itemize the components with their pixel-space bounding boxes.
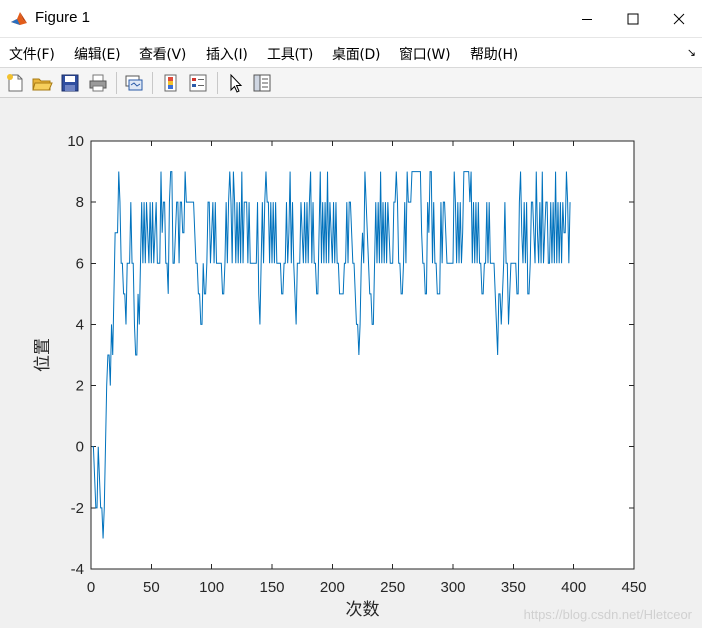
maximize-icon [627,13,639,25]
menu-bar: 文件(F) 编辑(E) 查看(V) 插入(I) 工具(T) 桌面(D) 窗口(W… [0,38,702,68]
colorbar-icon[interactable] [160,72,182,94]
link-figure-icon[interactable] [123,72,145,94]
minimize-button[interactable] [564,0,610,38]
x-tick-label: 250 [380,579,405,596]
dock-figure-icon[interactable]: ↘ [687,46,696,59]
x-axis-label: 次数 [346,600,380,620]
menu-tools[interactable]: 工具(T) [267,44,313,64]
x-tick-label: 350 [501,579,526,596]
menu-insert[interactable]: 插入(I) [206,44,248,64]
watermark: https://blog.csdn.net/Hletceor [523,607,692,622]
save-icon[interactable] [59,72,81,94]
y-tick-label: -4 [71,561,84,578]
y-tick-label: 0 [76,439,84,456]
x-tick-label: 200 [320,579,345,596]
line-plot[interactable]: 0 50 100 150 200 250 300 350 400 450 -4 -2 0 2 4 6 8 10 次数… [0,98,702,628]
x-tick-label: 150 [259,579,284,596]
print-icon[interactable] [87,72,109,94]
menu-edit[interactable]: 编辑(E) [74,44,121,64]
y-tick-label: 4 [76,316,84,333]
window-title: Figure 1 [35,9,91,26]
menu-window[interactable]: 窗口(W) [399,44,451,64]
close-icon [673,13,685,25]
open-file-icon[interactable] [31,72,53,94]
y-axis-label: 位置 [33,338,53,372]
y-tick-label: 6 [76,255,84,272]
pointer-icon[interactable] [225,72,247,94]
new-figure-icon[interactable] [4,72,26,94]
x-tick-label: 0 [87,579,95,596]
x-tick-label: 100 [199,579,224,596]
y-tick-label: -2 [71,500,84,517]
property-editor-icon[interactable] [251,72,273,94]
x-tick-label: 300 [440,579,465,596]
toolbar-separator [217,72,218,94]
minimize-icon [582,19,592,20]
toolbar-separator [152,72,153,94]
x-tick-label: 50 [143,579,160,596]
menu-file[interactable]: 文件(F) [9,44,55,64]
toolbar [0,68,702,98]
matlab-logo-icon [10,10,28,28]
menu-help[interactable]: 帮助(H) [470,44,518,64]
title-bar: Figure 1 [0,0,702,38]
x-tick-label: 400 [561,579,586,596]
x-tick-label: 450 [621,579,646,596]
menu-view[interactable]: 查看(V) [139,44,186,64]
close-button[interactable] [656,0,702,38]
maximize-button[interactable] [610,0,656,38]
y-tick-label: 10 [67,133,84,150]
menu-desktop[interactable]: 桌面(D) [332,44,381,64]
y-tick-label: 2 [76,378,84,395]
toolbar-separator [116,72,117,94]
legend-icon[interactable] [187,72,209,94]
y-tick-label: 8 [76,194,84,211]
figure-canvas[interactable]: 0 50 100 150 200 250 300 350 400 450 -4 -2 0 2 4 6 8 10 次数… [0,98,702,628]
